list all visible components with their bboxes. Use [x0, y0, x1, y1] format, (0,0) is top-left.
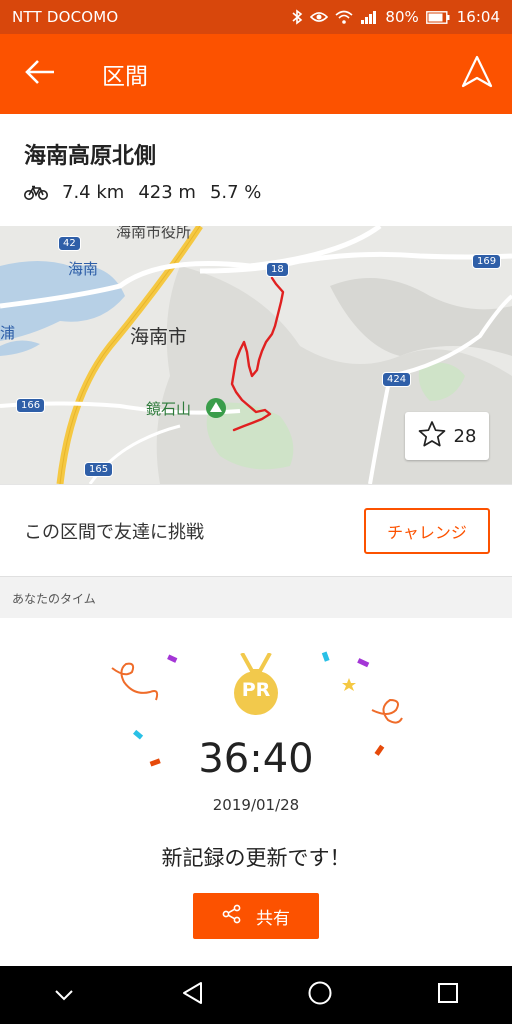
battery-icon	[425, 10, 450, 24]
map-label-city: 海南市	[130, 326, 188, 348]
signal-icon	[360, 10, 378, 24]
star-segment-button[interactable]: 28	[405, 412, 489, 460]
record-message: 新記録の更新です！	[161, 846, 351, 870]
segment-stats: 7.4 km 423 m 5.7 %	[24, 182, 488, 203]
star-count: 28	[453, 425, 477, 447]
status-bar: NTT DOCOMO 80% 16:04	[0, 0, 512, 34]
map-label-station-kainan: 海南	[68, 260, 99, 278]
bicycle-icon	[24, 185, 48, 201]
route-badge: 169	[472, 254, 502, 269]
hide-nav-button[interactable]	[0, 986, 128, 1005]
route-badge: 165	[84, 462, 114, 477]
challenge-button[interactable]: チャレンジ	[364, 507, 490, 554]
route-badge: 42	[58, 236, 81, 251]
arrow-left-icon	[24, 59, 56, 89]
carrier-name: NTT DOCOMO	[12, 8, 119, 26]
pr-badge-text: PR	[241, 679, 271, 701]
system-nav-bar	[0, 966, 512, 1024]
chevron-down-icon	[54, 986, 74, 1005]
page-title: 区間	[102, 64, 148, 90]
system-back-button[interactable]	[128, 981, 256, 1009]
segment-name: 海南高原北側	[24, 144, 157, 169]
app-bar: 区間	[0, 34, 512, 114]
segment-header: 海南高原北側 7.4 km 423 m 5.7 %	[0, 114, 512, 226]
back-button[interactable]	[0, 34, 80, 114]
pr-medal-icon: PR	[232, 652, 280, 721]
effort-date: 2019/01/28	[212, 796, 300, 814]
route-badge: 424	[382, 372, 412, 387]
grade-value: 5.7 %	[209, 182, 262, 203]
share-icon	[222, 904, 242, 929]
route-badge: 166	[16, 398, 46, 413]
triangle-back-icon	[181, 981, 203, 1009]
challenge-text: この区間で友達に挑戦	[24, 521, 204, 543]
map-label-mountain: 鏡石山	[146, 400, 192, 418]
elevation-value: 423 m	[138, 182, 196, 203]
bluetooth-icon	[291, 9, 303, 25]
challenge-row: この区間で友達に挑戦 チャレンジ	[0, 484, 512, 576]
navigation-arrow-icon	[460, 55, 494, 93]
wifi-icon	[335, 10, 353, 24]
system-home-button[interactable]	[256, 980, 384, 1010]
share-label: 共有	[256, 908, 290, 929]
result-card: PR 36:40 2019/01/28 新記録の更新です！ 共有	[0, 618, 512, 966]
star-icon	[418, 420, 446, 453]
clock: 16:04	[456, 8, 500, 26]
battery-percent: 80%	[385, 8, 419, 26]
distance-value: 7.4 km	[62, 182, 125, 203]
segment-time: 36:40	[198, 736, 314, 782]
route-badge: 18	[266, 262, 289, 277]
system-recents-button[interactable]	[384, 982, 512, 1008]
navigate-button[interactable]	[442, 34, 512, 114]
your-time-label: あなたのタイム	[0, 576, 512, 618]
circle-home-icon	[307, 980, 333, 1010]
map-label-station-ura: 浦	[0, 324, 16, 342]
map-label-city-office: 海南市役所	[116, 226, 192, 241]
eye-icon	[310, 11, 329, 23]
share-button[interactable]: 共有	[193, 893, 319, 939]
square-recents-icon	[437, 982, 459, 1008]
